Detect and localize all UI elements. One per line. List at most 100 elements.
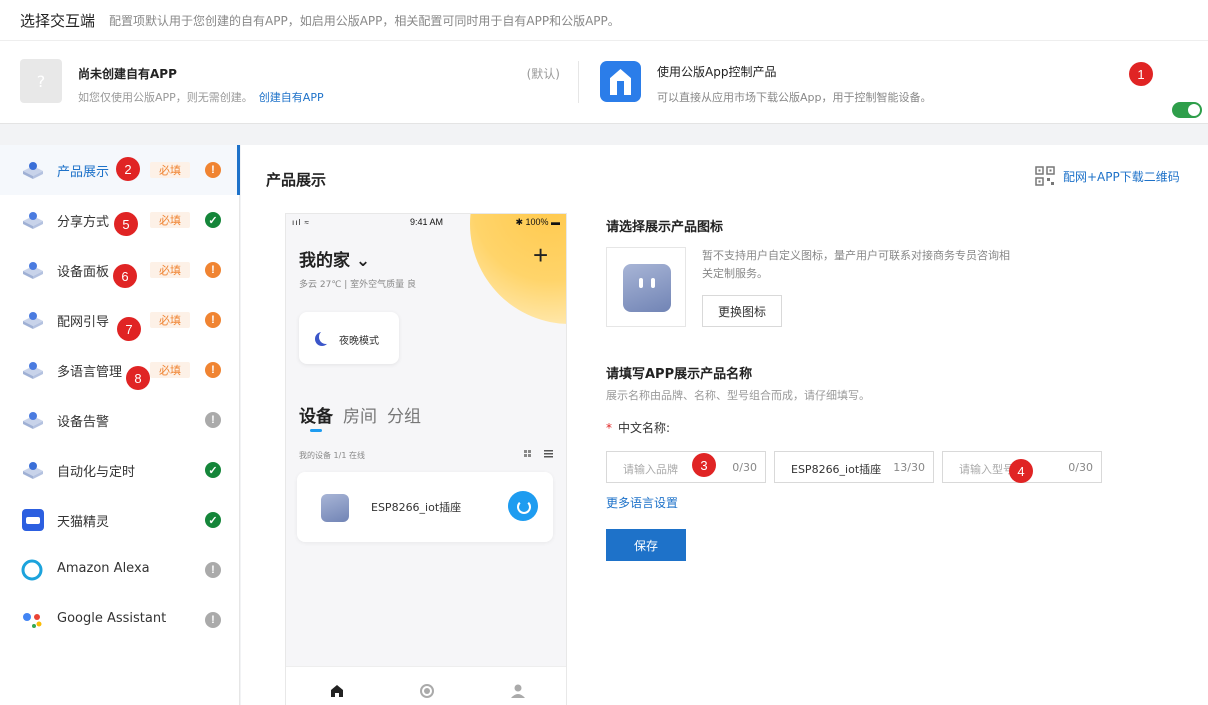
device-card: ESP8266_iot插座 <box>297 472 553 542</box>
marker-4: 4 <box>1009 459 1033 483</box>
brand-placeholder: 请输入品牌 <box>623 463 678 476</box>
interaction-endpoint-card: ? 尚未创建自有APP 如您仅使用公版APP，则无需创建。 创建自有APP (默认… <box>0 40 1208 124</box>
product-name-value: ESP8266_iot插座 <box>791 463 882 476</box>
grid-list-icon <box>524 450 553 458</box>
marker-6: 6 <box>113 264 137 288</box>
model-placeholder: 请输入型号 <box>959 463 1014 476</box>
multi-language-icon <box>21 359 45 381</box>
own-app-sub: 如您仅使用公版APP，则无需创建。 创建自有APP <box>78 89 324 105</box>
user-icon <box>511 684 525 698</box>
house-icon <box>600 61 641 102</box>
marker-5: 5 <box>114 212 138 236</box>
phone-weather: 多云 27℃ | 室外空气质量 良 <box>299 280 417 290</box>
product-icon-preview <box>606 247 686 327</box>
name-section-title: 请填写APP展示产品名称 <box>606 367 753 382</box>
phone-status-bar: ııl ≈ 9:41 AM ✱ 100% ▬ <box>286 214 566 230</box>
save-button[interactable]: 保存 <box>606 529 686 561</box>
public-app-option: 使用公版App控制产品 可以直接从应用市场下载公版App，用于控制智能设备。 <box>600 61 1160 105</box>
socket-icon <box>623 264 671 312</box>
main-panel: 产品展示 配网+APP下载二维码 ııl ≈ 9:41 AM ✱ 100% ▬ <box>241 145 1208 705</box>
public-app-name: 使用公版App控制产品 <box>657 65 777 79</box>
public-app-sub: 可以直接从应用市场下载公版App，用于控制智能设备。 <box>657 91 932 104</box>
sidebar-item-10[interactable]: Google Assistant! <box>0 595 240 645</box>
brand-count: 0/30 <box>732 461 757 474</box>
scene-icon <box>420 684 434 698</box>
product-name-input[interactable]: ESP8266_iot插座 13/30 <box>774 451 934 483</box>
product-name-count: 13/30 <box>893 461 925 474</box>
tab-underline <box>310 429 322 432</box>
section-header: 选择交互端 配置项默认用于您创建的自有APP，如启用公版APP，相关配置可同时用… <box>0 0 1208 40</box>
marker-2: 2 <box>116 157 140 181</box>
marker-7: 7 <box>117 317 141 341</box>
sidebar-item-label: 产品展示 <box>57 165 110 180</box>
marker-3: 3 <box>692 453 716 477</box>
sidebar-item-label: Amazon Alexa <box>57 561 150 576</box>
check-icon: ✓ <box>205 212 221 228</box>
qr-code-link[interactable]: 配网+APP下载二维码 <box>1035 165 1180 187</box>
model-count: 0/30 <box>1068 461 1093 474</box>
scene-label: 夜晚模式 <box>339 336 379 347</box>
section-title: 选择交互端 <box>20 11 96 30</box>
phone-tab-rooms: 房间 <box>343 407 377 427</box>
tmall-genie-icon <box>21 509 45 531</box>
exclamation-icon: ! <box>205 412 221 428</box>
sidebar-item-6[interactable]: 设备告警! <box>0 395 240 445</box>
phone-bottom-bar <box>286 666 566 705</box>
exclamation-icon: ! <box>205 612 221 628</box>
phone-home-title: 我的家 ⌄ <box>299 251 371 271</box>
sidebar-item-label: 设备面板 <box>57 265 110 280</box>
check-icon: ✓ <box>205 512 221 528</box>
required-star: * <box>606 421 612 435</box>
exclamation-icon: ! <box>205 312 221 328</box>
power-icon <box>508 491 538 521</box>
device-panel-icon <box>21 259 45 281</box>
moon-icon <box>319 330 333 344</box>
divider <box>578 61 579 103</box>
exclamation-icon: ! <box>205 162 221 178</box>
more-language-link[interactable]: 更多语言设置 <box>606 494 678 511</box>
required-badge: 必填 <box>150 212 190 228</box>
required-badge: 必填 <box>150 162 190 178</box>
sidebar-item-label: Google Assistant <box>57 611 167 626</box>
sidebar-item-5[interactable]: 多语言管理 必填! <box>0 345 240 395</box>
icon-section-title: 请选择展示产品图标 <box>606 220 724 235</box>
brand-input[interactable]: 请输入品牌 0/30 <box>606 451 766 483</box>
public-app-toggle[interactable] <box>1172 102 1202 118</box>
sidebar-item-label: 配网引导 <box>57 315 110 330</box>
icon-note: 暂不支持用户自定义图标，量产用户可联系对接商务专员咨询相关定制服务。 <box>702 249 1010 280</box>
device-meta: 我的设备 1/1 在线 <box>299 451 365 460</box>
sidebar-item-9[interactable]: Amazon Alexa! <box>0 545 240 595</box>
exclamation-icon: ! <box>205 262 221 278</box>
required-badge: 必填 <box>150 362 190 378</box>
exclamation-icon: ! <box>205 362 221 378</box>
question-icon: ? <box>20 59 62 103</box>
sidebar-item-7[interactable]: 自动化与定时 ✓ <box>0 445 240 495</box>
sidebar-item-label: 分享方式 <box>57 215 110 230</box>
scene-card: 夜晚模式 <box>299 312 399 364</box>
own-app-name: 尚未创建自有APP <box>78 67 177 81</box>
phone-time: 9:41 AM <box>410 217 444 227</box>
own-app-option[interactable]: ? 尚未创建自有APP 如您仅使用公版APP，则无需创建。 创建自有APP (默认… <box>20 59 560 107</box>
phone-tabs: 设备 房间 分组 <box>299 402 431 427</box>
required-badge: 必填 <box>150 312 190 328</box>
sidebar-item-label: 天猫精灵 <box>57 515 110 530</box>
network-guide-icon <box>21 309 45 331</box>
battery-icon: ✱ 100% ▬ <box>515 217 560 227</box>
sidebar-item-label: 多语言管理 <box>57 365 123 380</box>
app-root: 选择交互端 配置项默认用于您创建的自有APP，如启用公版APP，相关配置可同时用… <box>0 0 1208 705</box>
marker-8: 8 <box>126 366 150 390</box>
alexa-icon <box>21 559 45 581</box>
home-icon <box>331 685 343 697</box>
socket-icon <box>321 494 349 522</box>
sidebar-item-8[interactable]: 天猫精灵 ✓ <box>0 495 240 545</box>
product-display-icon <box>21 159 45 181</box>
phone-preview: ııl ≈ 9:41 AM ✱ 100% ▬ 我的家 ⌄ + 多云 27℃ | … <box>285 213 567 705</box>
qr-code-icon <box>1035 166 1055 186</box>
required-badge: 必填 <box>150 262 190 278</box>
device-name: ESP8266_iot插座 <box>371 501 462 514</box>
create-own-app-link[interactable]: 创建自有APP <box>259 91 324 104</box>
share-icon <box>21 209 45 231</box>
change-icon-button[interactable]: 更换图标 <box>702 295 782 327</box>
section-description: 配置项默认用于您创建的自有APP，如启用公版APP，相关配置可同时用于自有APP… <box>109 13 620 28</box>
signal-icon: ııl ≈ <box>292 218 310 227</box>
